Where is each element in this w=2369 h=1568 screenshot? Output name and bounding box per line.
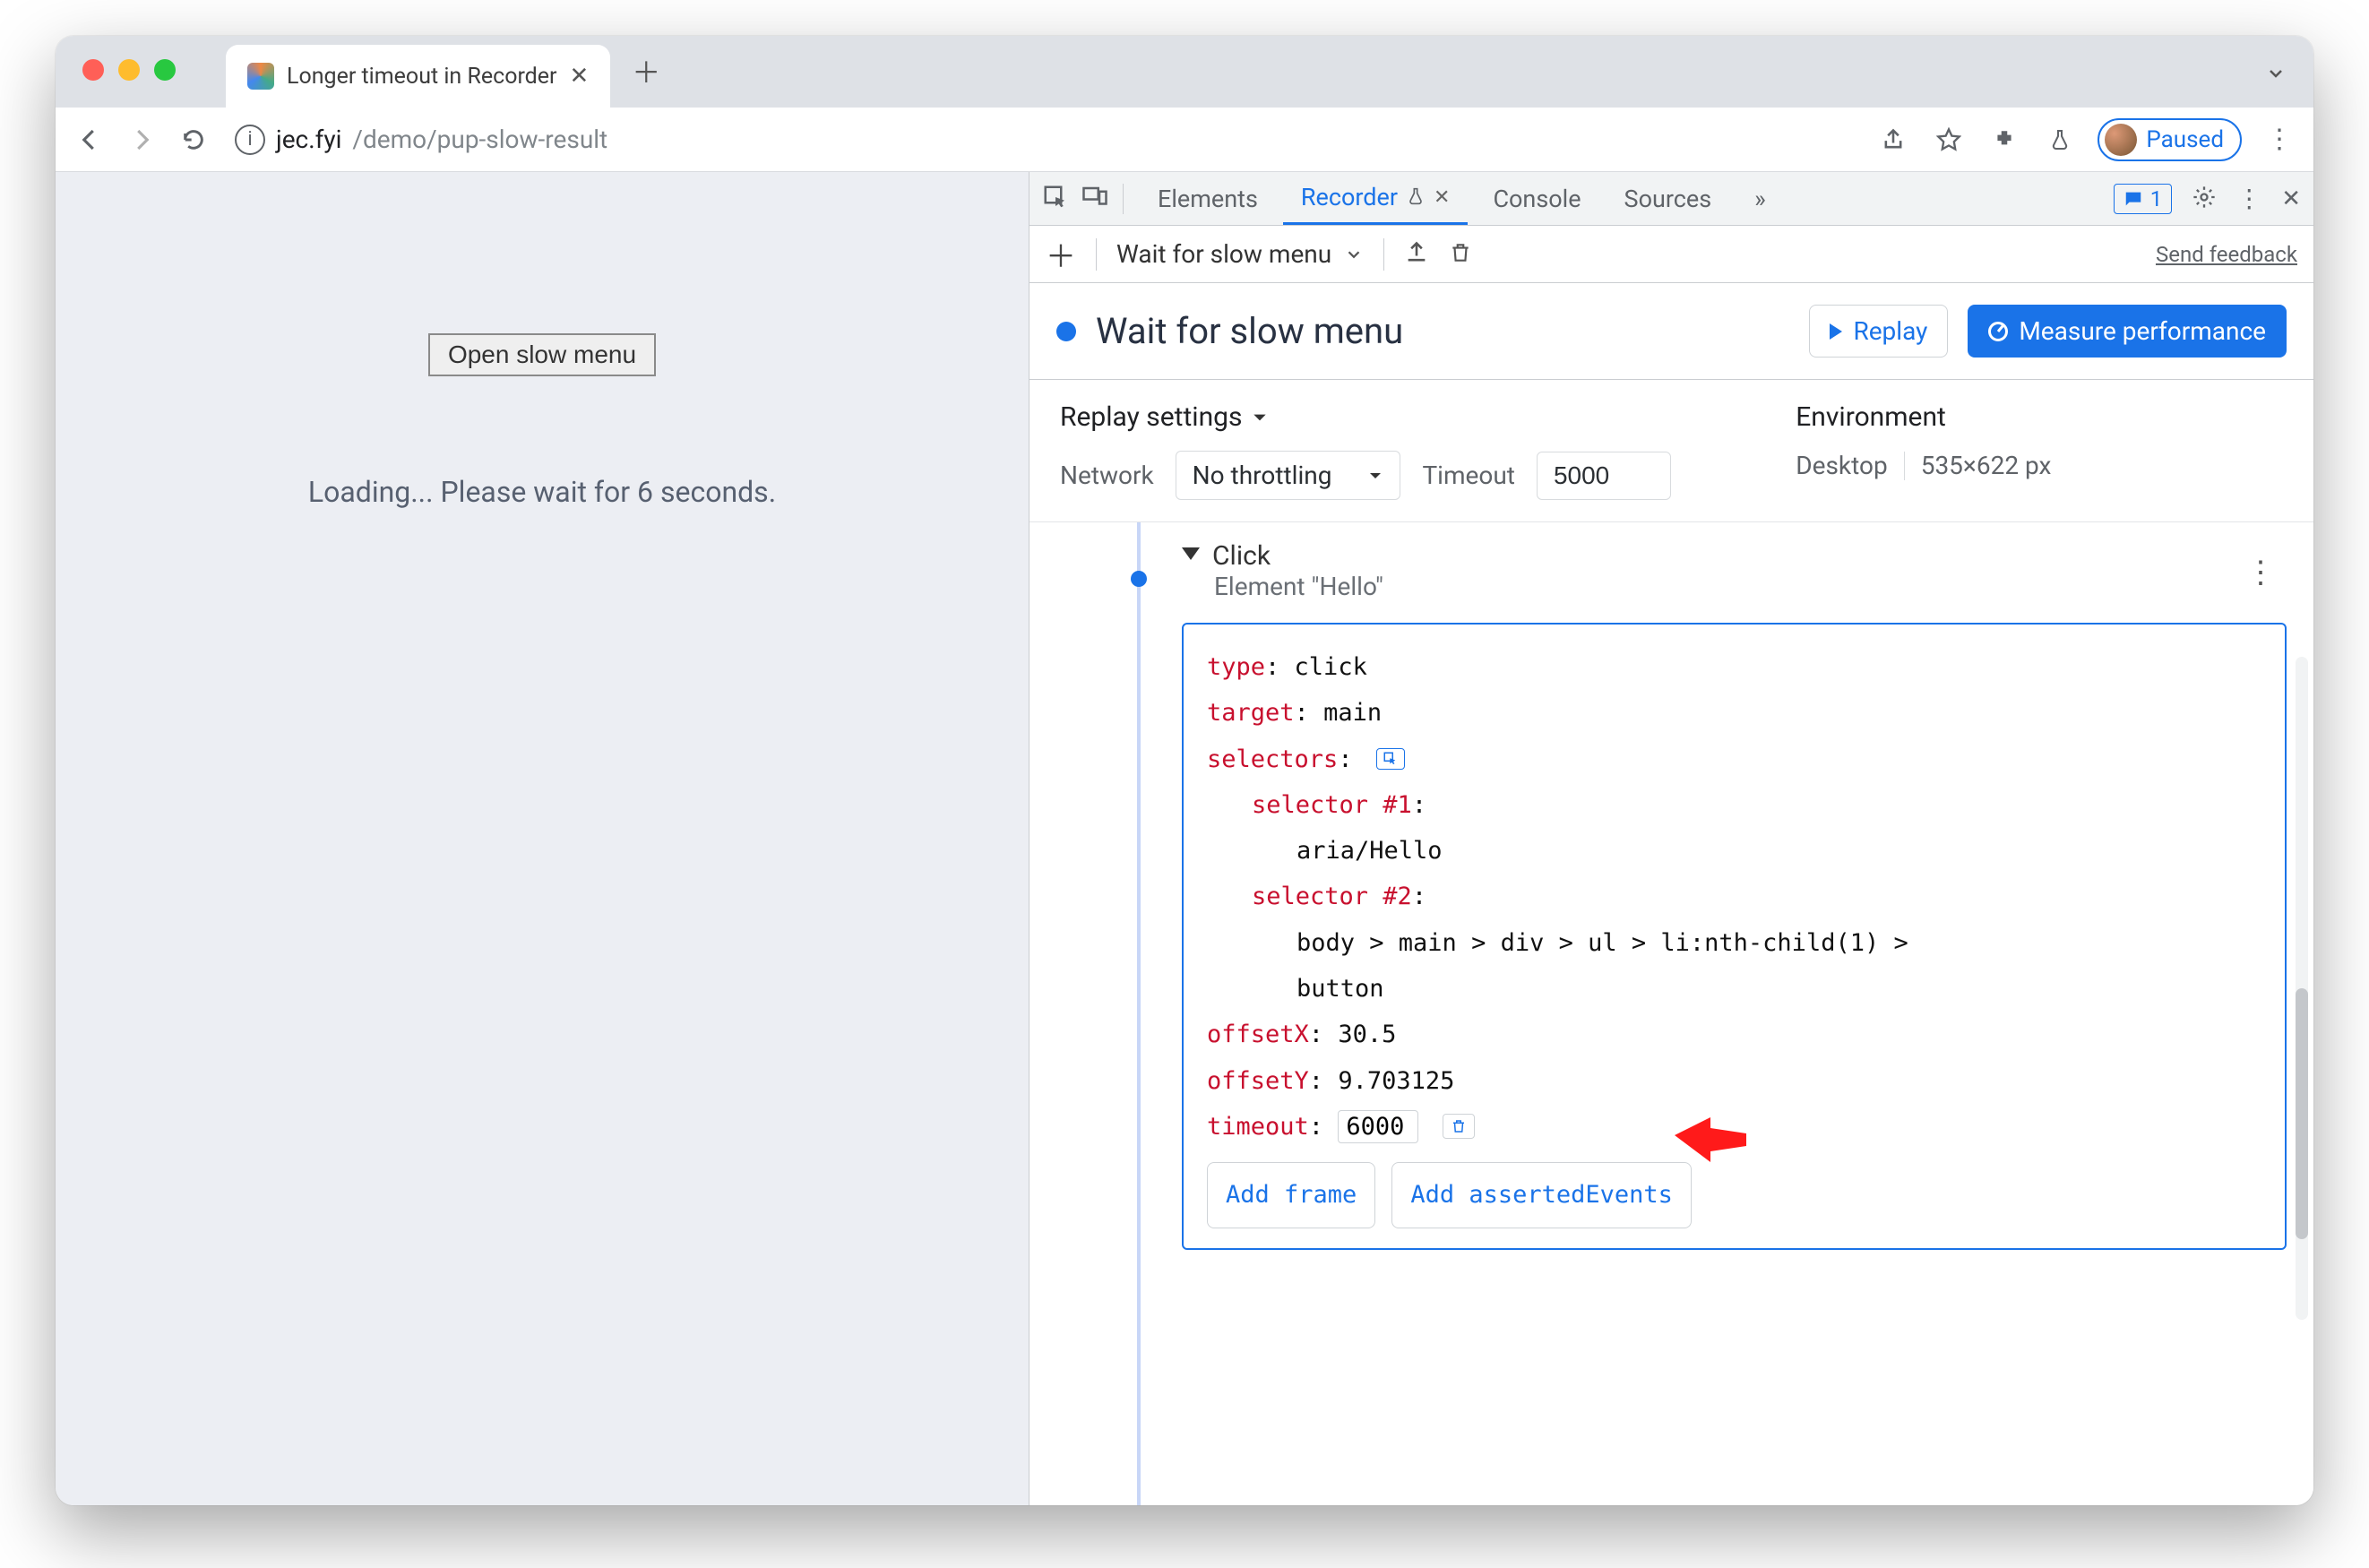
issues-badge[interactable]: 1 bbox=[2114, 184, 2173, 214]
tab-recorder[interactable]: Recorder ✕ bbox=[1283, 172, 1469, 225]
steps-timeline: ⋮ Click Element "Hello" type: click targ… bbox=[1029, 522, 2313, 1505]
content-area: Open slow menu Loading... Please wait fo… bbox=[56, 172, 2313, 1505]
step-header[interactable]: Click Element "Hello" bbox=[1182, 540, 2287, 601]
device-toggle-icon[interactable] bbox=[1081, 184, 1108, 214]
browser-tab[interactable]: Longer timeout in Recorder ✕ bbox=[226, 45, 610, 108]
reload-button[interactable] bbox=[176, 122, 211, 158]
site-info-icon[interactable]: i bbox=[235, 125, 265, 155]
gauge-icon bbox=[1988, 322, 2008, 341]
step-timeout-input[interactable] bbox=[1338, 1110, 1418, 1143]
close-panel-icon[interactable]: ✕ bbox=[1434, 186, 1450, 209]
export-icon[interactable] bbox=[1404, 240, 1429, 269]
timeline-node bbox=[1131, 571, 1147, 587]
more-tabs-icon[interactable]: » bbox=[1736, 172, 1784, 225]
measure-performance-button[interactable]: Measure performance bbox=[1968, 305, 2287, 358]
browser-menu-icon[interactable]: ⋮ bbox=[2261, 122, 2297, 158]
minimize-window-icon[interactable] bbox=[118, 59, 140, 81]
timeout-input[interactable] bbox=[1537, 452, 1671, 500]
step-name: Click bbox=[1212, 540, 1383, 572]
add-asserted-events-button[interactable]: Add assertedEvents bbox=[1391, 1162, 1692, 1228]
window-controls bbox=[82, 59, 176, 81]
avatar-icon bbox=[2105, 124, 2137, 156]
address-bar[interactable]: i jec.fyi/demo/pup-slow-result bbox=[228, 125, 607, 155]
env-device: Desktop bbox=[1796, 451, 1887, 480]
step-subtitle: Element "Hello" bbox=[1214, 572, 1383, 601]
timeline-rail bbox=[1137, 522, 1141, 1505]
replay-settings-panel: Replay settings Network No throttling Ti… bbox=[1029, 380, 2313, 522]
browser-window: Longer timeout in Recorder ✕ ＋ i jec.fyi… bbox=[56, 36, 2313, 1505]
new-tab-button[interactable]: ＋ bbox=[628, 50, 664, 91]
inspect-icon[interactable] bbox=[1042, 184, 1069, 214]
close-devtools-icon[interactable]: ✕ bbox=[2281, 185, 2301, 212]
recording-title: Wait for slow menu bbox=[1096, 310, 1403, 352]
recording-status-icon bbox=[1056, 322, 1076, 341]
scrollbar-thumb[interactable] bbox=[2296, 988, 2308, 1239]
close-tab-icon[interactable]: ✕ bbox=[570, 63, 590, 90]
timeout-label: Timeout bbox=[1422, 461, 1514, 490]
caret-down-icon bbox=[1251, 409, 1269, 426]
share-icon[interactable] bbox=[1875, 122, 1911, 158]
tab-console[interactable]: Console bbox=[1475, 172, 1598, 225]
recording-selector[interactable]: Wait for slow menu bbox=[1116, 239, 1364, 269]
env-dimensions: 535×622 px bbox=[1921, 451, 2052, 480]
page-viewport: Open slow menu Loading... Please wait fo… bbox=[56, 172, 1029, 1505]
paused-label: Paused bbox=[2146, 126, 2224, 153]
replay-button[interactable]: Replay bbox=[1809, 305, 1948, 358]
recorder-toolbar: ＋ Wait for slow menu Send feedback bbox=[1029, 226, 2313, 283]
back-button[interactable] bbox=[72, 122, 108, 158]
url-path: /demo/pup-slow-result bbox=[352, 125, 607, 154]
replay-settings-heading[interactable]: Replay settings bbox=[1060, 401, 1742, 433]
close-window-icon[interactable] bbox=[82, 59, 104, 81]
tab-sources[interactable]: Sources bbox=[1607, 172, 1730, 225]
expand-caret-icon bbox=[1182, 547, 1200, 560]
tab-title: Longer timeout in Recorder bbox=[287, 64, 557, 90]
flask-icon bbox=[1407, 183, 1425, 211]
chevron-down-icon bbox=[1367, 468, 1383, 484]
chevron-down-icon bbox=[1344, 245, 1364, 264]
tab-strip: Longer timeout in Recorder ✕ ＋ bbox=[56, 36, 2313, 108]
extensions-icon[interactable] bbox=[1986, 122, 2022, 158]
maximize-window-icon[interactable] bbox=[154, 59, 176, 81]
url-domain: jec.fyi bbox=[276, 125, 341, 154]
delete-recording-icon[interactable] bbox=[1449, 241, 1472, 268]
network-label: Network bbox=[1060, 461, 1154, 490]
bookmark-icon[interactable] bbox=[1931, 122, 1967, 158]
tabs-menu-icon[interactable] bbox=[2265, 63, 2287, 88]
labs-icon[interactable] bbox=[2042, 122, 2078, 158]
loading-text: Loading... Please wait for 6 seconds. bbox=[308, 475, 776, 509]
new-recording-button[interactable]: ＋ bbox=[1046, 232, 1076, 276]
step-details-editor: type: click target: main selectors: sele… bbox=[1182, 623, 2287, 1250]
devtools-panel: Elements Recorder ✕ Console Sources » 1 bbox=[1029, 172, 2313, 1505]
favicon-icon bbox=[247, 63, 274, 90]
browser-toolbar: i jec.fyi/demo/pup-slow-result Paused ⋮ bbox=[56, 108, 2313, 172]
network-throttling-select[interactable]: No throttling bbox=[1176, 451, 1401, 500]
recording-header: Wait for slow menu Replay Measure perfor… bbox=[1029, 283, 2313, 380]
forward-button[interactable] bbox=[124, 122, 159, 158]
delete-property-icon[interactable] bbox=[1443, 1114, 1475, 1139]
devtools-tabbar: Elements Recorder ✕ Console Sources » 1 bbox=[1029, 172, 2313, 226]
send-feedback-link[interactable]: Send feedback bbox=[2156, 242, 2297, 267]
pick-selector-icon[interactable] bbox=[1376, 748, 1405, 770]
devtools-menu-icon[interactable]: ⋮ bbox=[2236, 184, 2261, 213]
add-frame-button[interactable]: Add frame bbox=[1207, 1162, 1375, 1228]
play-icon bbox=[1830, 323, 1842, 340]
profile-paused-pill[interactable]: Paused bbox=[2098, 118, 2242, 161]
environment-heading: Environment bbox=[1796, 401, 2283, 433]
tab-elements[interactable]: Elements bbox=[1140, 172, 1276, 225]
open-slow-menu-button[interactable]: Open slow menu bbox=[428, 333, 656, 376]
settings-gear-icon[interactable] bbox=[2192, 185, 2217, 213]
step-menu-icon[interactable]: ⋮ bbox=[2245, 555, 2278, 590]
